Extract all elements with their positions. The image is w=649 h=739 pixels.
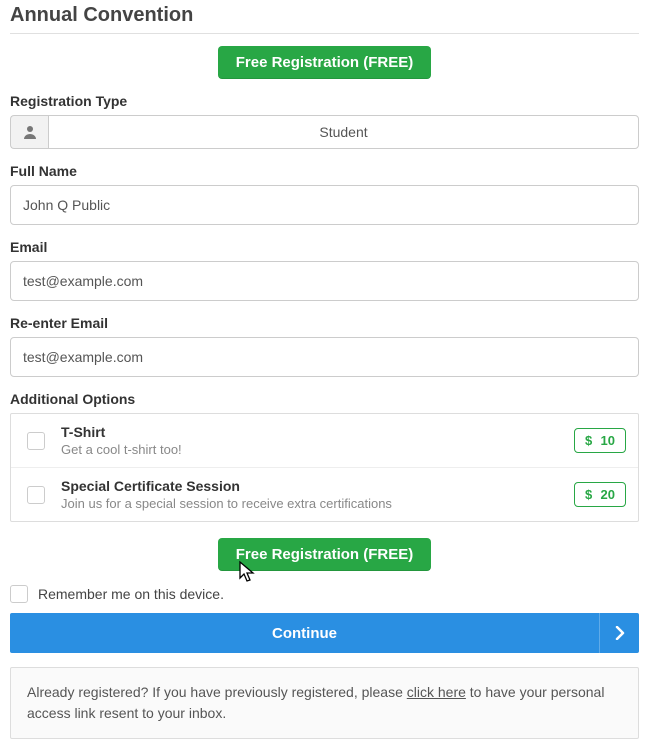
person-icon bbox=[10, 115, 48, 149]
option-price: $ 10 bbox=[574, 428, 626, 453]
option-desc: Get a cool t-shirt too! bbox=[61, 442, 562, 457]
full-name-input[interactable] bbox=[10, 185, 639, 225]
email-input[interactable] bbox=[10, 261, 639, 301]
remember-label: Remember me on this device. bbox=[38, 586, 224, 602]
price-value: 10 bbox=[601, 433, 615, 448]
free-registration-badge-top: Free Registration (FREE) bbox=[218, 46, 432, 79]
remember-checkbox[interactable] bbox=[10, 585, 28, 603]
option-price: $ 20 bbox=[574, 482, 626, 507]
continue-arrow-button[interactable] bbox=[599, 613, 639, 653]
option-checkbox[interactable] bbox=[27, 432, 45, 450]
price-value: 20 bbox=[601, 487, 615, 502]
reenter-email-label: Re-enter Email bbox=[10, 315, 639, 331]
option-title: Special Certificate Session bbox=[61, 478, 562, 494]
option-row: T-Shirt Get a cool t-shirt too! $ 10 bbox=[11, 414, 638, 467]
chevron-right-icon bbox=[615, 626, 625, 640]
free-registration-badge-bottom: Free Registration (FREE) bbox=[218, 538, 432, 571]
currency-symbol: $ bbox=[585, 487, 592, 502]
additional-options-label: Additional Options bbox=[10, 391, 639, 407]
email-label: Email bbox=[10, 239, 639, 255]
click-here-link[interactable]: click here bbox=[407, 684, 466, 700]
option-title: T-Shirt bbox=[61, 424, 562, 440]
option-checkbox[interactable] bbox=[27, 486, 45, 504]
additional-options-list: T-Shirt Get a cool t-shirt too! $ 10 Spe… bbox=[10, 413, 639, 522]
reenter-email-input[interactable] bbox=[10, 337, 639, 377]
info-prefix: Already registered? If you have previous… bbox=[27, 684, 407, 700]
registration-type-value[interactable]: Student bbox=[48, 115, 639, 149]
option-row: Special Certificate Session Join us for … bbox=[11, 467, 638, 521]
divider bbox=[10, 33, 639, 34]
currency-symbol: $ bbox=[585, 433, 592, 448]
page-title: Annual Convention bbox=[10, 4, 639, 33]
registration-type-label: Registration Type bbox=[10, 93, 639, 109]
option-desc: Join us for a special session to receive… bbox=[61, 496, 562, 511]
continue-button[interactable]: Continue bbox=[10, 613, 599, 653]
already-registered-info: Already registered? If you have previous… bbox=[10, 667, 639, 739]
full-name-label: Full Name bbox=[10, 163, 639, 179]
